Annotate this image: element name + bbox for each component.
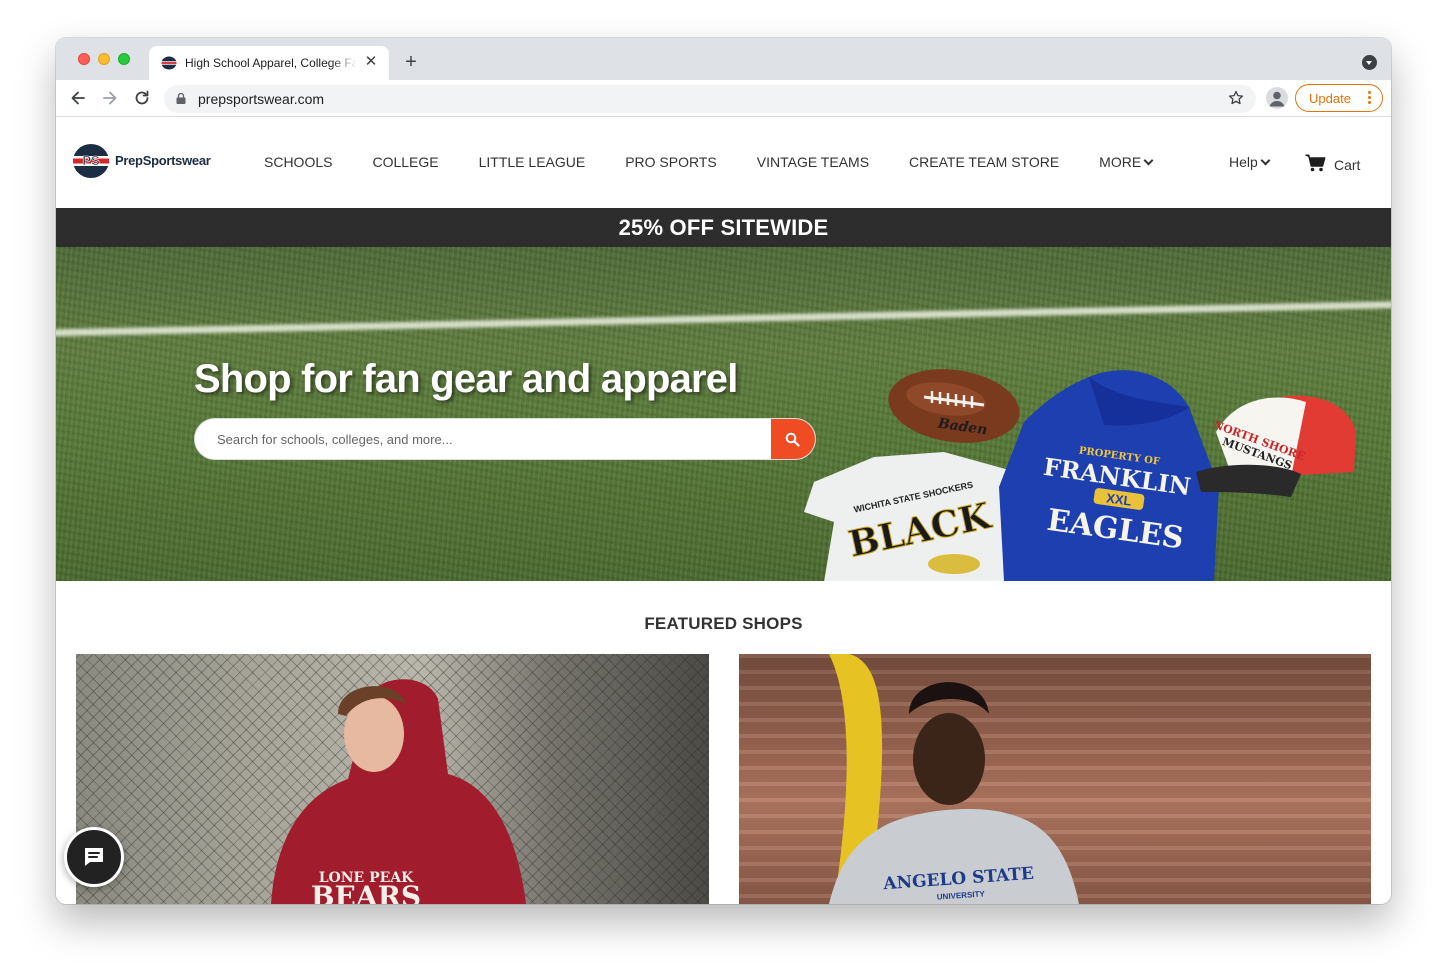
forward-icon[interactable] — [100, 88, 120, 108]
maximize-window-button[interactable] — [118, 53, 130, 65]
hero-search-bar — [194, 418, 816, 460]
shop1-shirt-main-text: BEARS — [311, 880, 421, 904]
chevron-down-icon — [1260, 155, 1271, 166]
lock-icon — [176, 93, 186, 104]
tshirt-model-photo: ANGELO STATE UNIVERSITY — [829, 654, 1079, 904]
close-window-button[interactable] — [78, 53, 90, 65]
search-icon — [785, 432, 800, 447]
url-text: prepsportswear.com — [198, 91, 325, 107]
main-nav: SCHOOLS COLLEGE LITTLE LEAGUE PRO SPORTS… — [264, 154, 1192, 170]
search-button[interactable] — [771, 419, 815, 459]
featured-shop-card[interactable]: ANGELO STATE UNIVERSITY — [739, 654, 1371, 904]
svg-text:PS: PS — [82, 153, 100, 168]
search-input[interactable] — [195, 419, 771, 459]
active-tab[interactable]: High School Apparel, College Fan Gear ✕ — [149, 46, 389, 80]
ps-logo-icon: PS — [73, 144, 109, 178]
hero-banner: Baden WICHITA STATE SHOCKERS BLACK PROPE… — [56, 247, 1391, 581]
tab-title: High School Apparel, College Fan Gear — [185, 56, 357, 70]
hoodie-model-photo: LONE PEAK BEARS — [271, 679, 526, 904]
nav-little-league[interactable]: LITTLE LEAGUE — [479, 154, 586, 170]
help-menu[interactable]: Help — [1229, 154, 1271, 170]
site-header: PS PrepSportswear SCHOOLS COLLEGE LITTLE… — [56, 118, 1391, 208]
cart-link[interactable]: Cart — [1305, 152, 1360, 173]
nav-schools[interactable]: SCHOOLS — [264, 154, 332, 170]
favicon-icon — [161, 56, 177, 70]
featured-shops-heading: FEATURED SHOPS — [644, 614, 803, 633]
chat-button[interactable] — [64, 827, 124, 887]
minimize-window-button[interactable] — [98, 53, 110, 65]
chevron-down-icon — [1143, 155, 1154, 166]
site-logo[interactable]: PS PrepSportswear — [72, 143, 232, 181]
update-label: Update — [1309, 91, 1351, 106]
tab-strip: High School Apparel, College Fan Gear ✕ … — [56, 38, 1391, 80]
help-label: Help — [1229, 154, 1258, 170]
nav-more-label: MORE — [1099, 154, 1142, 170]
update-button[interactable]: Update — [1295, 84, 1383, 112]
hoodie-image: PROPERTY OF FRANKLIN XXL EAGLES — [999, 370, 1219, 581]
nav-more[interactable]: MORE — [1099, 154, 1154, 170]
browser-window: High School Apparel, College Fan Gear ✕ … — [56, 38, 1391, 904]
browser-toolbar: prepsportswear.com Update — [56, 80, 1391, 117]
featured-shop-card[interactable]: LONE PEAK BEARS — [76, 654, 709, 904]
nav-vintage-teams[interactable]: VINTAGE TEAMS — [757, 154, 869, 170]
promo-banner[interactable]: 25% OFF SITEWIDE — [56, 208, 1391, 247]
nav-pro-sports[interactable]: PRO SPORTS — [625, 154, 717, 170]
address-bar[interactable]: prepsportswear.com — [164, 85, 1256, 113]
cart-icon — [1305, 154, 1326, 172]
cart-label: Cart — [1334, 157, 1361, 173]
nav-create-team-store[interactable]: CREATE TEAM STORE — [909, 154, 1059, 170]
tab-search-icon[interactable] — [1362, 55, 1377, 70]
bookmark-star-icon[interactable] — [1228, 90, 1244, 106]
logo-wordmark: PrepSportswear — [115, 153, 211, 168]
new-tab-icon[interactable]: + — [400, 51, 422, 73]
profile-avatar-icon[interactable] — [1266, 87, 1288, 109]
close-tab-icon[interactable]: ✕ — [363, 54, 379, 70]
kebab-menu-icon — [1368, 91, 1371, 106]
back-icon[interactable] — [68, 88, 88, 108]
nav-college[interactable]: COLLEGE — [372, 154, 438, 170]
cap-image: NORTH SHORE MUSTANGS — [1196, 395, 1356, 497]
reload-icon[interactable] — [132, 88, 152, 108]
chat-icon — [85, 848, 103, 866]
hero-title: Shop for fan gear and apparel — [194, 357, 738, 401]
